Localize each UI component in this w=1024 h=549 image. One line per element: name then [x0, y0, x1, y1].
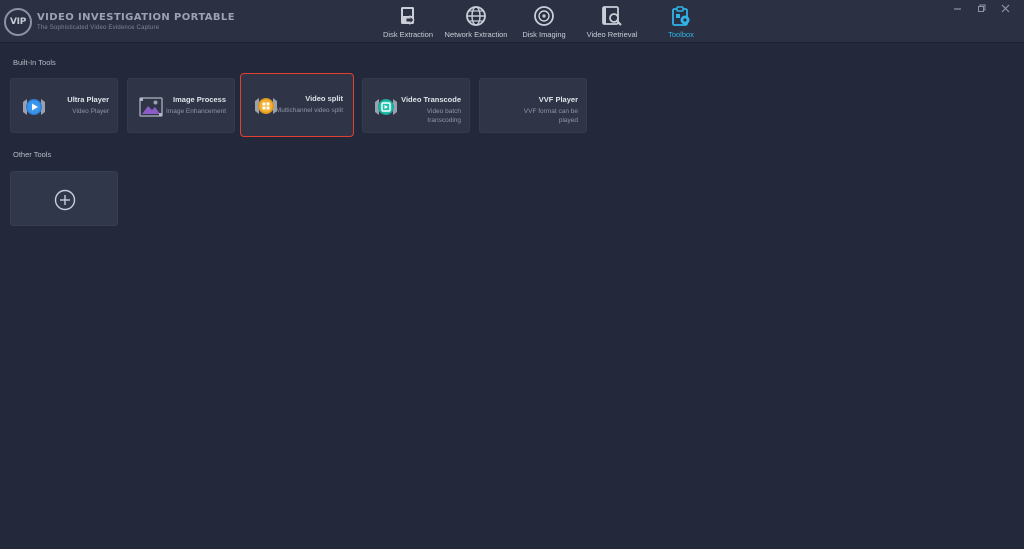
minimize-icon[interactable]	[952, 3, 962, 13]
nav-label: Disk Imaging	[522, 30, 566, 39]
video-search-icon	[599, 3, 625, 29]
tool-card-ultra-player[interactable]: Ultra Player Video Player	[10, 78, 118, 133]
tool-desc: Video Player	[72, 108, 109, 115]
nav-network-extraction[interactable]: Network Extraction	[442, 0, 510, 43]
nav-label: Video Retrieval	[586, 30, 638, 39]
tool-card-image-process[interactable]: Image Process Image Enhancement	[127, 78, 235, 133]
tool-desc: Multichannel video split	[275, 107, 343, 114]
nav-label: Disk Extraction	[382, 30, 433, 39]
tool-desc: VVF format can be played	[523, 108, 578, 124]
tool-card-video-transcode[interactable]: Video Transcode Video batch transcoding	[362, 78, 470, 133]
toolbox-icon	[668, 3, 694, 29]
tool-desc: Image Enhancement	[166, 108, 226, 115]
tool-desc: Video batch transcoding	[426, 108, 461, 124]
tool-title: Image Process	[173, 95, 226, 104]
disk-extraction-icon	[395, 3, 421, 29]
disc-icon	[531, 3, 557, 29]
tool-card-video-split[interactable]: Video split Multichannel video split	[240, 73, 354, 137]
tool-title: Video split	[305, 94, 343, 103]
restore-icon[interactable]	[976, 3, 986, 13]
section-title-builtin: Built-In Tools	[13, 58, 56, 67]
nav-disk-extraction[interactable]: Disk Extraction	[378, 0, 438, 43]
section-title-other: Other Tools	[13, 150, 52, 159]
app-title: VIDEO INVESTIGATION PORTABLE	[37, 12, 235, 23]
logo-badge: VIP	[4, 8, 32, 36]
add-icon	[54, 189, 76, 211]
app-logo: VIP VIDEO INVESTIGATION PORTABLE The Sop…	[4, 8, 235, 36]
close-icon[interactable]	[1000, 3, 1010, 13]
app-subtitle: The Sophisticated Video Evidence Capture	[37, 25, 160, 31]
nav-label: Toolbox	[668, 30, 694, 39]
tool-title: Ultra Player	[67, 95, 109, 104]
logo-abbr: VIP	[9, 17, 26, 27]
nav-toolbox[interactable]: Toolbox	[660, 0, 702, 43]
nav-disk-imaging[interactable]: Disk Imaging	[516, 0, 572, 43]
globe-icon	[463, 3, 489, 29]
tool-title: Video Transcode	[401, 95, 461, 104]
add-tool-button[interactable]	[10, 171, 118, 226]
tool-card-vvf-player[interactable]: VVF Player VVF format can be played	[479, 78, 587, 133]
nav-video-retrieval[interactable]: Video Retrieval	[582, 0, 642, 43]
nav-label: Network Extraction	[444, 30, 508, 39]
transcode-icon	[373, 96, 399, 118]
top-bar: VIP VIDEO INVESTIGATION PORTABLE The Sop…	[0, 0, 1024, 43]
tool-title: VVF Player	[538, 95, 578, 104]
window-controls	[952, 3, 1010, 13]
